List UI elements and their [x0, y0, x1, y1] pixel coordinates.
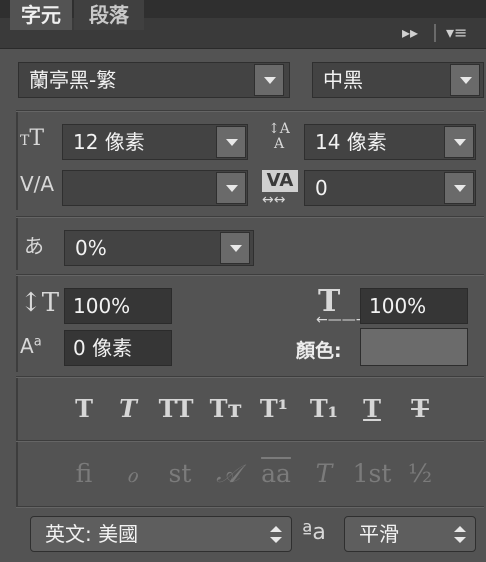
ligatures-button[interactable]: ﬁ	[62, 456, 106, 492]
ordinals-button[interactable]: 1st	[350, 456, 394, 492]
divider	[16, 376, 484, 378]
panel-menu-button[interactable]: ▾≡	[446, 18, 467, 48]
divider	[16, 218, 18, 270]
vertical-scale-field[interactable]: 100%	[64, 288, 172, 324]
font-family-select[interactable]: 蘭亭黑-繁	[18, 62, 290, 98]
baseline-shift-icon: Aa	[20, 334, 42, 358]
subscript-button[interactable]: T₁	[304, 392, 344, 426]
vertical-scale-icon: ↕T	[20, 288, 60, 318]
tsume-icon: あ	[24, 234, 44, 258]
divider	[16, 506, 484, 508]
underline-button[interactable]: T	[352, 392, 392, 426]
divider	[16, 276, 18, 372]
collapse-panel-button[interactable]: ▸▸	[402, 18, 418, 48]
divider	[16, 440, 484, 442]
tab-character[interactable]: 字元	[10, 0, 72, 30]
tracking-icon: VA	[262, 170, 298, 192]
chevron-down-icon[interactable]	[450, 64, 480, 96]
chevron-down-icon[interactable]	[216, 126, 246, 158]
chevron-down-icon[interactable]	[220, 232, 250, 264]
updown-chevron-icon	[454, 526, 466, 544]
chevron-down-icon[interactable]	[254, 64, 284, 96]
leading-icon: ↕A A	[268, 121, 290, 152]
superscript-button[interactable]: T¹	[254, 392, 294, 426]
color-label: 顏色:	[296, 340, 342, 362]
swash-button[interactable]: 𝒜	[206, 456, 250, 492]
language-select[interactable]: 英文: 美國	[30, 516, 292, 552]
updown-chevron-icon	[270, 526, 282, 544]
divider	[16, 378, 18, 506]
tab-paragraph[interactable]: 段落	[74, 0, 144, 30]
chevron-down-icon[interactable]	[216, 172, 246, 204]
faux-bold-button[interactable]: T	[64, 392, 104, 426]
font-size-icon: TT	[20, 126, 45, 151]
divider	[16, 216, 484, 218]
fractions-button[interactable]: ½	[398, 456, 442, 492]
title-strip	[0, 0, 486, 18]
chevron-down-icon[interactable]	[444, 126, 474, 158]
color-swatch[interactable]	[360, 328, 468, 366]
baseline-shift-field[interactable]: 0 像素	[64, 330, 172, 366]
panel-separator	[434, 24, 436, 42]
small-caps-button[interactable]: Tт	[206, 392, 246, 426]
stylistic-alternates-button[interactable]: aa	[254, 456, 298, 492]
all-caps-button[interactable]: TT	[156, 392, 196, 426]
discretionary-ligatures-button[interactable]: ℴ	[110, 456, 154, 492]
horizontal-scale-field[interactable]: 100%	[360, 288, 468, 324]
chevron-down-icon[interactable]	[444, 172, 474, 204]
faux-italic-button[interactable]: T	[108, 392, 148, 426]
divider	[16, 110, 484, 112]
tracking-arrow-icon: ↔↔	[262, 192, 286, 208]
antialias-icon: ªa	[302, 520, 326, 545]
divider	[16, 112, 18, 210]
contextual-alternates-button[interactable]: st	[158, 456, 202, 492]
titling-alternates-button[interactable]: T	[302, 456, 346, 492]
kerning-icon: V/A	[20, 172, 55, 196]
strikethrough-button[interactable]: T	[400, 392, 440, 426]
divider	[16, 274, 484, 276]
